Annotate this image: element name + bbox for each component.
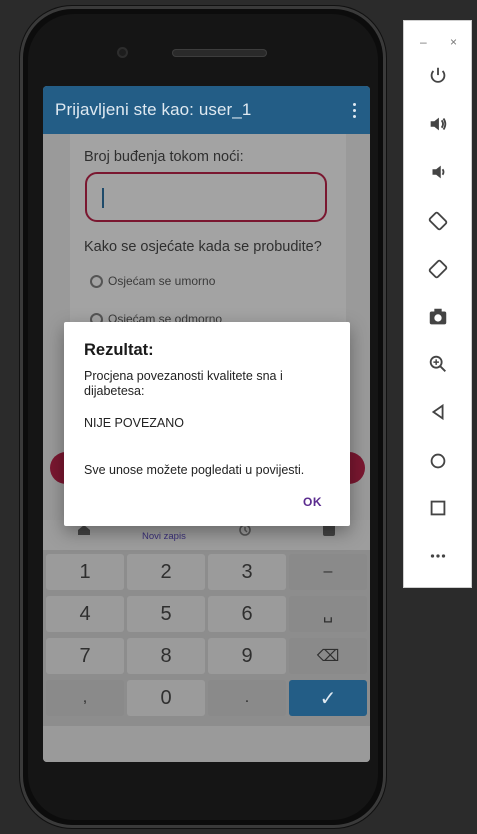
key-comma[interactable]: , <box>46 680 124 716</box>
rotate-right-icon[interactable] <box>425 256 451 282</box>
home-icon[interactable] <box>425 448 451 474</box>
question-feeling-label: Kako se osjećate kada se probudite? <box>84 239 322 255</box>
app-bar: Prijavljeni ste kao: user_1 <box>43 86 370 134</box>
zoom-icon[interactable] <box>425 351 451 377</box>
nav-new-entry-label[interactable]: Novi zapis <box>142 531 186 542</box>
emulator-toolbar: – × <box>403 20 472 588</box>
radio-button[interactable] <box>90 274 103 288</box>
wakeups-input[interactable] <box>85 172 327 222</box>
camera-icon[interactable] <box>425 304 451 330</box>
rotate-left-icon[interactable] <box>425 208 451 234</box>
numeric-keypad: 1 2 3 – 4 5 6 ␣ 7 8 9 ⌫ , 0 . ✓ <box>43 550 370 726</box>
question-wakeups-label: Broj buđenja tokom noći: <box>84 149 244 165</box>
overview-icon[interactable] <box>425 495 451 521</box>
dialog-note: Sve unose možete pogledati u povijesti. <box>84 463 305 477</box>
more-icon[interactable] <box>425 543 451 569</box>
key-7[interactable]: 7 <box>46 638 124 674</box>
overflow-menu-icon[interactable] <box>346 98 362 122</box>
dialog-title: Rezultat: <box>84 341 154 359</box>
key-space[interactable]: ␣ <box>289 596 367 632</box>
dialog-result: NIJE POVEZANO <box>84 416 185 430</box>
earpiece-speaker <box>172 49 267 57</box>
key-minus[interactable]: – <box>289 554 367 590</box>
dialog-ok-button[interactable]: OK <box>303 495 322 509</box>
navigation-bar-area <box>43 726 370 762</box>
front-camera <box>117 47 128 58</box>
volume-down-icon[interactable] <box>425 159 451 185</box>
key-8[interactable]: 8 <box>127 638 205 674</box>
dialog-description-line2: dijabetesa: <box>84 384 145 398</box>
power-icon[interactable] <box>425 63 451 89</box>
key-1[interactable]: 1 <box>46 554 124 590</box>
radio-option-tired[interactable]: Osjećam se umorno <box>90 274 215 288</box>
radio-option-label: Osjećam se umorno <box>108 274 216 288</box>
key-dot[interactable]: . <box>208 680 286 716</box>
close-button[interactable]: × <box>450 35 457 49</box>
result-dialog: Rezultat: Procjena povezanosti kvalitete… <box>64 322 350 526</box>
app-title: Prijavljeni ste kao: user_1 <box>55 100 252 119</box>
key-6[interactable]: 6 <box>208 596 286 632</box>
minimize-button[interactable]: – <box>420 35 427 49</box>
dialog-description-line1: Procjena povezanosti kvalitete sna i <box>84 369 283 383</box>
key-5[interactable]: 5 <box>127 596 205 632</box>
key-done[interactable]: ✓ <box>289 680 367 716</box>
volume-up-icon[interactable] <box>425 111 451 137</box>
key-0[interactable]: 0 <box>127 680 205 716</box>
text-cursor <box>102 188 104 208</box>
key-2[interactable]: 2 <box>127 554 205 590</box>
key-3[interactable]: 3 <box>208 554 286 590</box>
back-icon[interactable] <box>425 399 451 425</box>
key-backspace[interactable]: ⌫ <box>289 638 367 674</box>
key-9[interactable]: 9 <box>208 638 286 674</box>
key-4[interactable]: 4 <box>46 596 124 632</box>
